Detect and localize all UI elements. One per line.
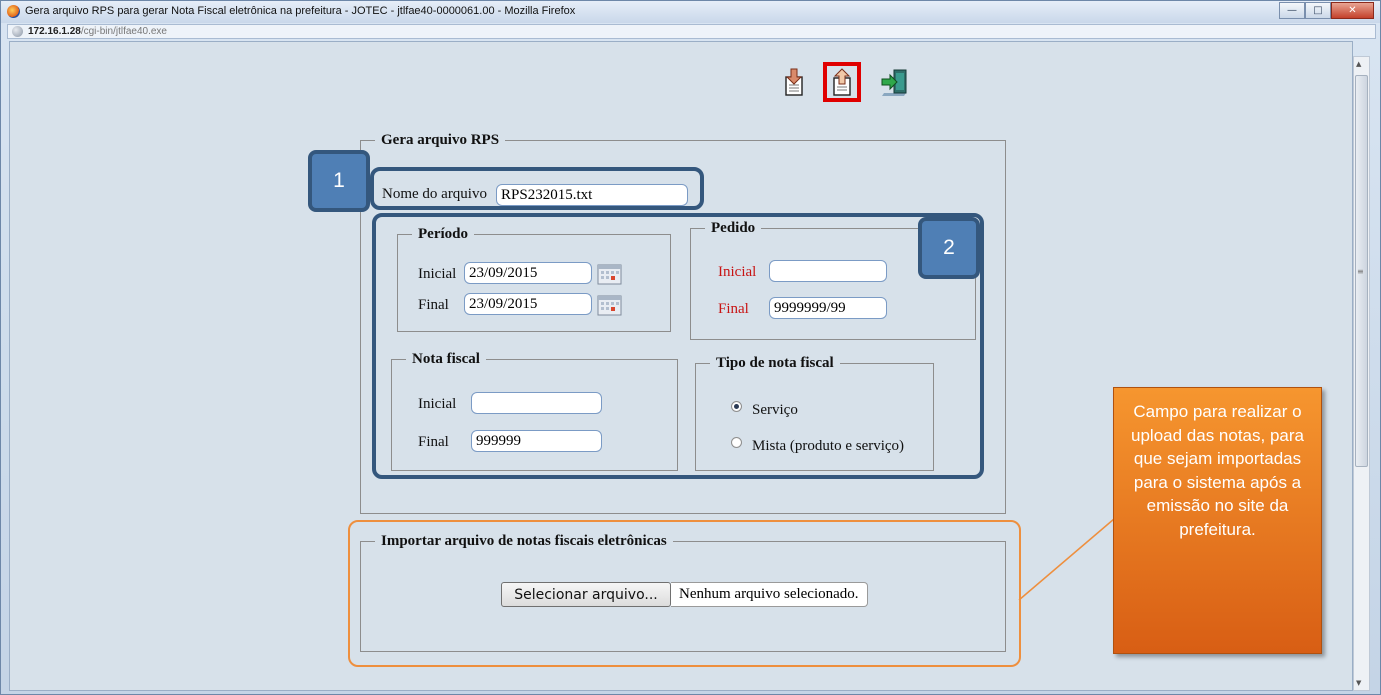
export-rps-button[interactable] (775, 62, 813, 102)
maximize-button[interactable]: □ (1305, 2, 1331, 19)
upload-callout: Campo para realizar o upload das notas, … (1113, 387, 1322, 654)
upload-notes-button[interactable] (823, 62, 861, 102)
globe-icon (12, 26, 23, 37)
exit-button[interactable] (876, 62, 914, 102)
window-title: Gera arquivo RPS para gerar Nota Fiscal … (25, 5, 576, 17)
scroll-grip-icon: ≡ (1357, 267, 1364, 276)
close-icon: ✕ (1348, 5, 1357, 16)
callout-2-box (372, 213, 984, 479)
scroll-up-icon[interactable]: ▲ (1356, 60, 1361, 68)
url-text: 172.16.1.28/cgi-bin/jtlfae40.exe (28, 26, 167, 37)
url-path: /cgi-bin/jtlfae40.exe (80, 26, 167, 37)
callout-1-box (370, 167, 704, 210)
upload-document-icon (833, 68, 851, 96)
scroll-down-icon[interactable]: ▼ (1356, 679, 1361, 687)
export-document-icon (785, 68, 803, 96)
gera-rps-legend: Gera arquivo RPS (381, 132, 500, 148)
maximize-icon: □ (1313, 5, 1323, 16)
address-bar[interactable]: 172.16.1.28/cgi-bin/jtlfae40.exe (7, 24, 1376, 39)
upload-highlight-box (348, 520, 1021, 667)
minimize-button[interactable]: — (1279, 2, 1305, 19)
url-host: 172.16.1.28 (28, 26, 81, 37)
badge-1: 1 (308, 150, 370, 212)
exit-door-icon (881, 69, 907, 96)
badge-2: 2 (918, 217, 980, 279)
window-controls: — □ ✕ (1279, 2, 1374, 19)
close-button[interactable]: ✕ (1331, 2, 1374, 19)
minimize-icon: — (1287, 5, 1297, 16)
firefox-icon (7, 5, 20, 18)
vertical-scrollbar[interactable]: ▲ ≡ ▼ (1353, 56, 1370, 691)
title-bar: Gera arquivo RPS para gerar Nota Fiscal … (1, 1, 1380, 23)
